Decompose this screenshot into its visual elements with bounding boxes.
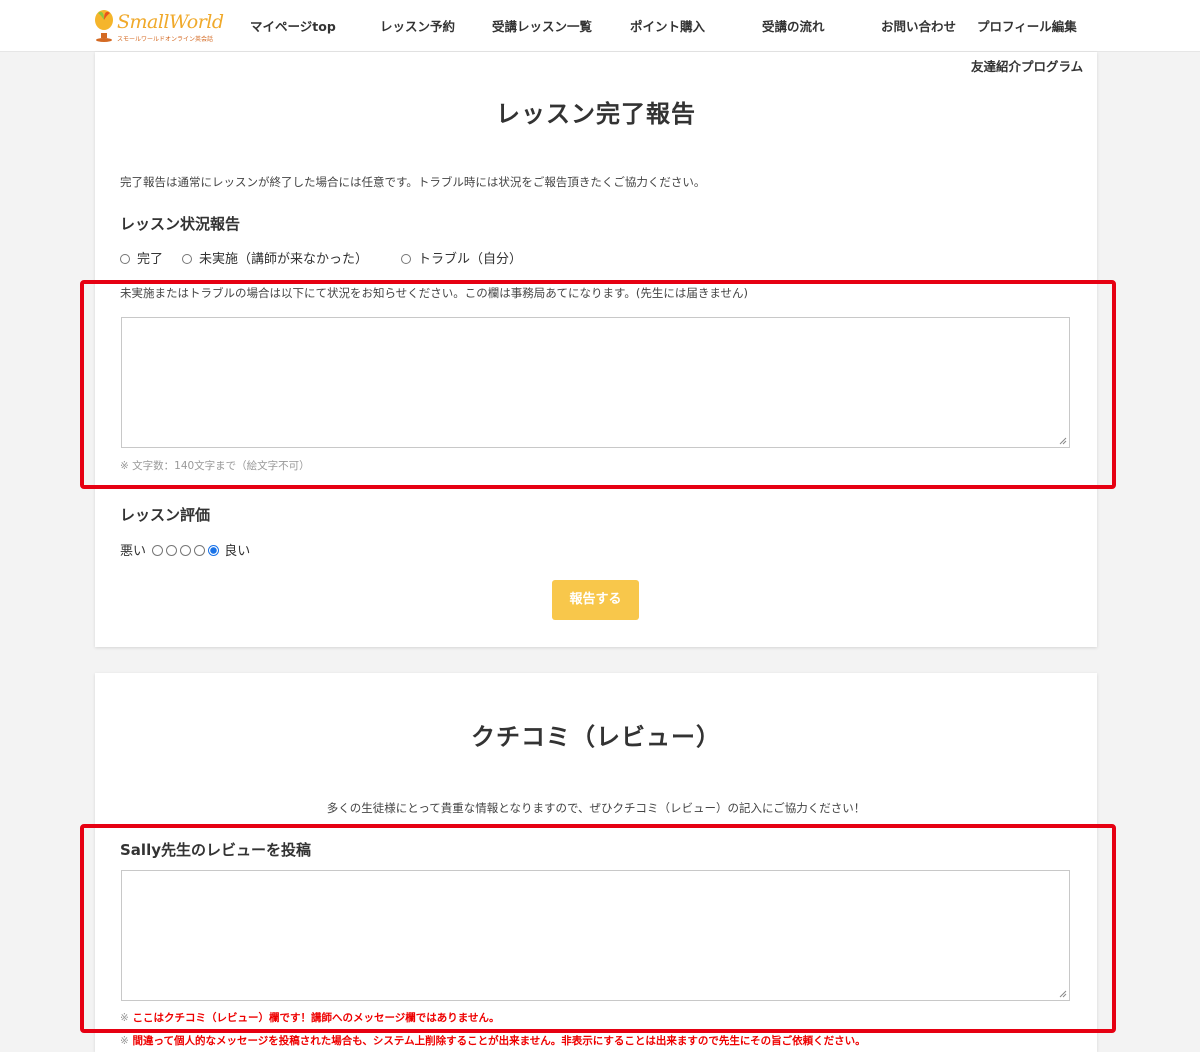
nav-lesson-history[interactable]: 受講レッスン一覧 [492,16,592,35]
nav-contact[interactable]: お問い合わせ [881,16,956,35]
nav-how-it-works[interactable]: 受講の流れ [762,16,825,35]
status-option-complete[interactable]: 完了 [120,248,163,267]
warning-text: 間違って個人的なメッセージを投稿された場合も、システム上削除することが出来ません… [132,1035,866,1047]
status-note: 未実施またはトラブルの場合は以下にて状況をお知らせください。この欄は事務局あてに… [120,286,749,300]
radio-button[interactable] [182,253,192,264]
warning-text: ここはクチコミ（レビュー）欄です！講師へのメッセージ欄ではありません。 [132,1012,500,1024]
status-report-textarea[interactable] [121,317,1070,448]
balloon-icon [95,10,113,42]
rating-bad-label: 悪い [120,544,147,559]
status-option-trouble[interactable]: トラブル（自分） [401,248,522,267]
radio-button[interactable] [401,253,411,264]
review-intro: 多くの生徒様にとって貴重な情報となりますので、ぜひクチコミ（レビュー）の記入にご… [326,801,866,815]
review-warning-1: ※ ここはクチコミ（レビュー）欄です！講師へのメッセージ欄ではありません。 [120,1010,499,1025]
review-textarea[interactable] [121,870,1070,1001]
radio-button[interactable] [120,253,130,264]
rating-radio-1[interactable] [151,545,163,556]
nav-referral-program[interactable]: 友達紹介プログラム [971,56,1083,75]
site-logo[interactable]: SmallWorld スモールワールドオンライン英会話 [93,9,224,43]
rating-radio-5[interactable] [207,545,219,556]
warning-mark: ※ [120,1012,129,1024]
rating-radio-4[interactable] [193,545,205,556]
submit-report-button[interactable]: 報告する [552,580,639,620]
status-heading: レッスン状況報告 [120,215,241,233]
review-title: クチコミ（レビュー） [471,723,721,751]
warning-mark: ※ [120,1035,129,1047]
logo-tagline: スモールワールドオンライン英会話 [117,36,214,43]
rating-radio-2[interactable] [165,545,177,556]
resize-handle-icon[interactable] [1059,437,1067,445]
status-option-label: 未実施（講師が来なかった） [199,252,369,267]
report-title: レッスン完了報告 [496,100,696,128]
rating-good-label: 良い [224,544,251,559]
rating-radio-3[interactable] [179,545,191,556]
review-warning-2: ※ 間違って個人的なメッセージを投稿された場合も、システム上削除することが出来ま… [120,1033,866,1048]
lesson-report-card: 友達紹介プログラム レッスン完了報告 完了報告は通常にレッスンが終了した場合には… [95,52,1097,647]
status-option-label: 完了 [137,252,164,267]
report-intro: 完了報告は通常にレッスンが終了した場合には任意です。トラブル時には状況をご報告頂… [120,175,706,189]
logo-wordmark: SmallWorld [117,11,224,33]
rating-heading: レッスン評価 [120,506,211,524]
review-card: クチコミ（レビュー） 多くの生徒様にとって貴重な情報となりますので、ぜひクチコミ… [95,673,1097,1052]
nav-edit-profile[interactable]: プロフィール編集 [977,16,1077,35]
status-option-label: トラブル（自分） [418,252,523,267]
status-option-not-held[interactable]: 未実施（講師が来なかった） [182,248,368,267]
review-post-heading: Sally先生のレビューを投稿 [120,841,311,859]
nav-lesson-booking[interactable]: レッスン予約 [380,16,455,35]
nav-mypage-top[interactable]: マイページtop [250,16,336,35]
site-header: SmallWorld スモールワールドオンライン英会話 マイページtop レッス… [0,0,1200,52]
char-limit-hint: ※ 文字数：140文字まで（絵文字不可） [120,460,310,472]
resize-handle-icon[interactable] [1059,990,1067,998]
lesson-rating: 悪い 良い [120,540,250,559]
nav-buy-points[interactable]: ポイント購入 [630,16,705,35]
